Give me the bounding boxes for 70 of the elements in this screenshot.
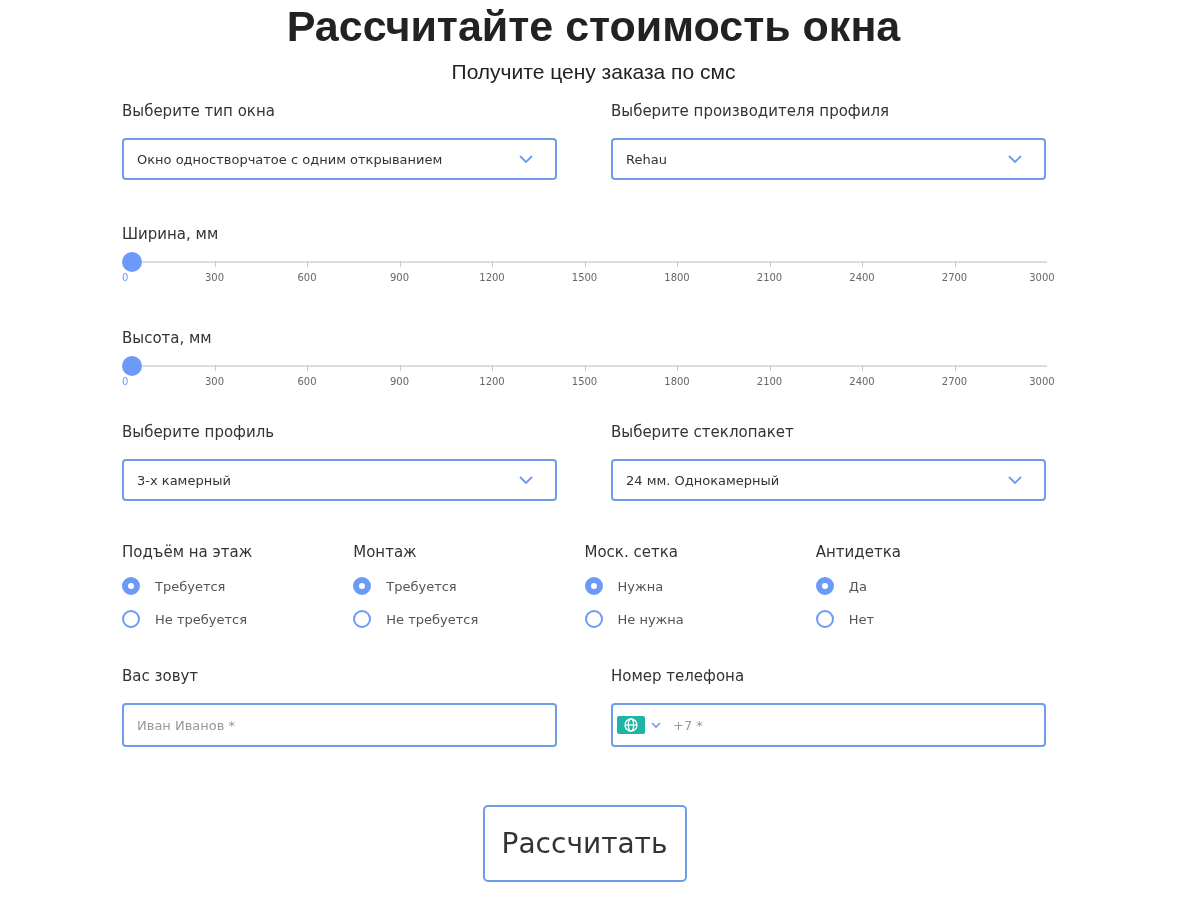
name-input[interactable]: Иван Иванов *: [122, 703, 557, 747]
field-label: Вас зовут: [122, 666, 200, 686]
tick-label: 2700: [941, 272, 968, 283]
chevron-down-icon: [519, 476, 533, 484]
slider[interactable]: [122, 252, 1047, 272]
phone-field[interactable]: +7 *: [611, 703, 1046, 747]
tick-label: 3000: [1029, 376, 1055, 387]
tick-label: 900: [389, 376, 410, 387]
calculate-button[interactable]: Рассчитать: [482, 805, 687, 882]
radio-button[interactable]: [584, 610, 603, 628]
radio-label[interactable]: Нужна: [617, 578, 664, 594]
radio-label[interactable]: Нет: [848, 611, 875, 627]
tick-label: 1800: [664, 272, 690, 283]
field-label: Номер телефона: [611, 666, 746, 686]
field-label: Выберите профиль: [122, 422, 276, 442]
tick-label: 1200: [479, 376, 505, 387]
tick-label: 300: [204, 272, 225, 283]
radio-button[interactable]: [122, 577, 140, 595]
tick-label: 1800: [664, 376, 690, 387]
radio-label[interactable]: Требуется: [155, 578, 226, 594]
slider-label: Высота, мм: [122, 328, 213, 348]
radio-button[interactable]: [122, 610, 140, 628]
group-label: Моск. сетка: [584, 542, 679, 562]
dropdown[interactable]: 24 мм. Однокамерный: [611, 459, 1046, 501]
group-label: Монтаж: [353, 542, 418, 562]
radio-button[interactable]: [353, 610, 372, 628]
page-title: Рассчитайте стоимость окна: [285, 1, 902, 50]
radio-label[interactable]: Требуется: [386, 578, 457, 594]
globe-icon[interactable]: [617, 716, 645, 734]
tick-label: 600: [297, 272, 317, 283]
dropdown[interactable]: 3-х камерный: [122, 459, 557, 501]
tick-label: 1200: [479, 272, 505, 283]
group-label: Подъём на этаж: [122, 542, 254, 562]
page-subtitle: Получите цену заказа по смс: [450, 60, 737, 84]
slider[interactable]: [122, 356, 1047, 376]
field-label: Выберите стеклопакет: [611, 422, 795, 442]
tick-label: 2100: [756, 272, 783, 283]
tick-label: 2400: [849, 272, 875, 283]
slider-handle[interactable]: [122, 252, 142, 272]
slider-label: Ширина, мм: [122, 224, 220, 244]
tick-label: 300: [204, 376, 225, 387]
radio-button[interactable]: [353, 577, 372, 595]
tick-label: 0: [122, 272, 129, 283]
tick-label: 3000: [1029, 272, 1055, 283]
radio-label[interactable]: Да: [848, 578, 867, 594]
group-label: Антидетка: [815, 542, 902, 562]
chevron-down-icon: [519, 155, 533, 163]
chevron-down-icon: [1008, 476, 1022, 484]
tick-label: 600: [297, 376, 317, 387]
chevron-down-icon: [1008, 155, 1022, 163]
tick-label: 0: [122, 376, 129, 387]
dropdown[interactable]: Rehau: [611, 138, 1046, 180]
radio-label[interactable]: Не нужна: [617, 611, 684, 627]
chevron-down-icon[interactable]: [651, 722, 661, 728]
radio-button[interactable]: [815, 610, 834, 628]
field-label: Выберите тип окна: [122, 101, 276, 121]
tick-label: 1500: [571, 272, 598, 283]
slider-handle[interactable]: [122, 356, 142, 376]
tick-label: 1500: [571, 376, 598, 387]
tick-label: 2400: [849, 376, 875, 387]
tick-label: 2700: [941, 376, 968, 387]
radio-button[interactable]: [815, 577, 834, 595]
dropdown[interactable]: Окно одностворчатое с одним открыванием: [122, 138, 557, 180]
radio-label[interactable]: Не требуется: [386, 611, 479, 627]
tick-label: 2100: [756, 376, 783, 387]
phone-input[interactable]: +7 *: [671, 716, 1040, 734]
radio-label[interactable]: Не требуется: [155, 611, 247, 627]
field-label: Выберите производителя профиля: [611, 101, 891, 121]
tick-label: 900: [389, 272, 410, 283]
radio-button[interactable]: [584, 577, 603, 595]
